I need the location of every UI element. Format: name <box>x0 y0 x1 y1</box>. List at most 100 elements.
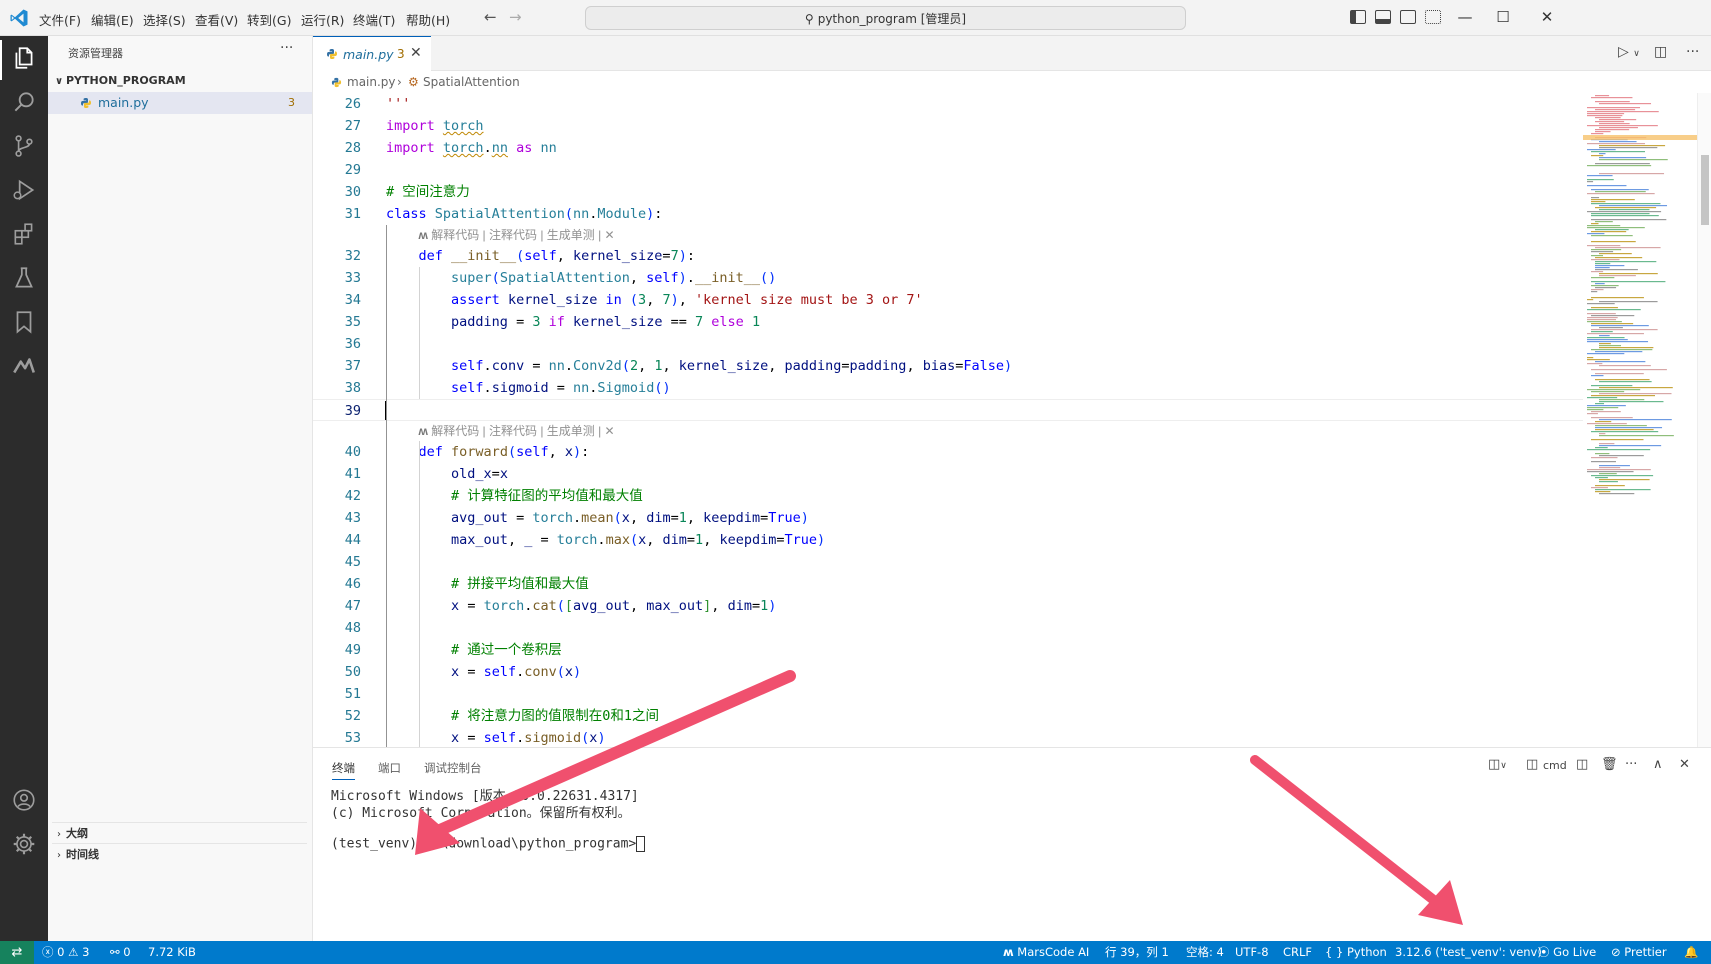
more-actions-icon[interactable]: ··· <box>280 40 293 56</box>
terminal-icon[interactable]: ◫ <box>1526 757 1538 772</box>
menu-help[interactable]: 帮助(H) <box>406 10 450 29</box>
breadcrumb-file[interactable]: main.py <box>347 71 396 93</box>
tab-ports[interactable]: 端口 <box>378 760 401 776</box>
toggle-secondary-sidebar-icon[interactable] <box>1400 10 1416 24</box>
code-line[interactable]: 34 assert kernel_size in (3, 7), 'kernel… <box>313 289 1583 311</box>
menu-view[interactable]: 查看(V) <box>195 10 238 29</box>
menu-file[interactable]: 文件(F) <box>39 10 81 29</box>
run-debug-icon[interactable] <box>10 176 38 204</box>
bookmark-icon[interactable] <box>10 308 38 336</box>
code-line[interactable]: 49 # 通过一个卷积层 <box>313 639 1583 661</box>
extensions-icon[interactable] <box>10 220 38 248</box>
code-line[interactable]: 42 # 计算特征图的平均值和最大值 <box>313 485 1583 507</box>
cursor-position[interactable]: 行 39，列 1 <box>1105 941 1169 964</box>
code-line[interactable]: 50 x = self.conv(x) <box>313 661 1583 683</box>
maximize-icon[interactable]: ☐ <box>1493 8 1513 26</box>
forward-arrow-icon[interactable]: → <box>509 8 522 26</box>
code-line[interactable]: 43 avg_out = torch.mean(x, dim=1, keepdi… <box>313 507 1583 529</box>
close-panel-icon[interactable]: ✕ <box>1679 757 1690 772</box>
tab-terminal[interactable]: 终端 <box>332 760 355 780</box>
code-line[interactable]: 45 <box>313 551 1583 573</box>
ports-indicator[interactable]: ⚯ 0 <box>110 941 131 964</box>
split-terminal-icon[interactable]: ◫ <box>1576 757 1588 772</box>
code-line[interactable]: 44 max_out, _ = torch.max(x, dim=1, keep… <box>313 529 1583 551</box>
code-line[interactable]: 31 class SpatialAttention(nn.Module): <box>313 203 1583 225</box>
code-line[interactable]: 27 import torch <box>313 115 1583 137</box>
close-tab-icon[interactable]: ✕ <box>410 45 422 61</box>
source-control-icon[interactable] <box>10 132 38 160</box>
go-live[interactable]: ⦿ Go Live <box>1538 941 1596 964</box>
vertical-scrollbar[interactable] <box>1697 93 1711 747</box>
search-view-icon[interactable] <box>10 88 38 116</box>
code-editor[interactable]: 26 ''' 27 import torch 28 import torch.nn as … <box>313 93 1583 747</box>
code-line[interactable]: 32 def __init__(self, kernel_size=7): <box>313 245 1583 267</box>
code-line[interactable]: 29 <box>313 159 1583 181</box>
code-line[interactable]: 48 <box>313 617 1583 639</box>
code-line[interactable]: 39 <box>313 399 1583 421</box>
code-line[interactable]: 46 # 拼接平均值和最大值 <box>313 573 1583 595</box>
encoding[interactable]: UTF-8 <box>1235 941 1269 964</box>
more-actions-icon[interactable]: ··· <box>1625 757 1637 772</box>
code-line[interactable]: 47 x = torch.cat([avg_out, max_out], dim… <box>313 595 1583 617</box>
command-center-search[interactable]: ⚲ python_program [管理员] <box>585 6 1186 30</box>
code-line[interactable]: 38 self.sigmoid = nn.Sigmoid() <box>313 377 1583 399</box>
testing-flask-icon[interactable] <box>10 264 38 292</box>
breadcrumb-symbol[interactable]: SpatialAttention <box>423 71 520 93</box>
explorer-icon[interactable] <box>10 44 38 72</box>
new-terminal-layout-icon[interactable]: ◫∨ <box>1488 757 1507 772</box>
notifications-bell-icon[interactable]: 🔔 <box>1684 941 1698 964</box>
code-line[interactable]: 51 <box>313 683 1583 705</box>
file-item-main-py[interactable]: main.py 3 <box>48 92 312 114</box>
minimap[interactable] <box>1583 93 1697 747</box>
timeline-section[interactable]: › 时间线 <box>52 843 307 865</box>
toggle-primary-sidebar-icon[interactable] <box>1350 10 1366 24</box>
code-line[interactable]: 41 old_x=x <box>313 463 1583 485</box>
back-arrow-icon[interactable]: ← <box>484 8 497 26</box>
problems-indicator[interactable]: ⓧ 0 ⚠ 3 <box>42 941 89 964</box>
menu-go[interactable]: 转到(G) <box>247 10 291 29</box>
menu-selection[interactable]: 选择(S) <box>143 10 186 29</box>
prettier[interactable]: ⊘ Prettier <box>1611 941 1667 964</box>
code-line[interactable]: 36 <box>313 333 1583 355</box>
end-of-line[interactable]: CRLF <box>1283 941 1312 964</box>
code-line[interactable]: 40 def forward(self, x): <box>313 441 1583 463</box>
chevron-up-icon[interactable]: ∧ <box>1653 757 1663 772</box>
scrollbar-thumb[interactable] <box>1701 155 1709 225</box>
marscode-icon[interactable] <box>10 352 38 380</box>
code-line[interactable]: 28 import torch.nn as nn <box>313 137 1583 159</box>
code-line[interactable]: 53 x = self.sigmoid(x) <box>313 727 1583 747</box>
tab-debug-console[interactable]: 调试控制台 <box>424 760 482 776</box>
close-window-icon[interactable]: ✕ <box>1537 8 1557 26</box>
run-file-icon[interactable]: ▷ ∨ <box>1618 44 1640 60</box>
folder-header[interactable]: ∨ PYTHON_PROGRAM <box>52 70 307 92</box>
code-line[interactable]: 26 ''' <box>313 93 1583 115</box>
code-line[interactable]: 52 # 将注意力图的值限制在0和1之间 <box>313 705 1583 727</box>
toggle-panel-icon[interactable] <box>1375 10 1391 24</box>
code-line[interactable]: 33 super(SpatialAttention, self).__init_… <box>313 267 1583 289</box>
terminal-prompt-line[interactable]: (test_venv) C:\download\python_program> <box>331 836 646 852</box>
tab-main-py[interactable]: main.py 3 ✕ <box>313 36 431 71</box>
python-interpreter[interactable]: 3.12.6 ('test_venv': venv) <box>1395 941 1542 964</box>
marscode-status[interactable]: ʍ MarsCode AI <box>1003 941 1089 964</box>
codelens-actions[interactable]: ʍ 解释代码 | 注释代码 | 生成单测 | ✕ <box>419 226 615 244</box>
menu-run[interactable]: 运行(R) <box>301 10 344 29</box>
remote-window-icon[interactable]: ⇄ <box>0 941 34 964</box>
menu-edit[interactable]: 编辑(E) <box>91 10 134 29</box>
code-line[interactable]: 30 # 空间注意力 <box>313 181 1583 203</box>
codelens-actions[interactable]: ʍ 解释代码 | 注释代码 | 生成单测 | ✕ <box>419 422 615 440</box>
language-mode[interactable]: { } Python <box>1325 941 1387 964</box>
more-actions-icon[interactable]: ··· <box>1686 44 1699 60</box>
customize-layout-icon[interactable] <box>1425 10 1441 24</box>
minimize-icon[interactable]: — <box>1455 8 1475 26</box>
indentation[interactable]: 空格: 4 <box>1186 941 1224 964</box>
menu-terminal[interactable]: 终端(T) <box>353 10 395 29</box>
outline-section[interactable]: › 大纲 <box>52 822 307 844</box>
split-editor-icon[interactable]: ◫ <box>1654 44 1667 60</box>
chevron-down-icon: ∨ <box>54 76 64 87</box>
account-icon[interactable] <box>10 786 38 814</box>
code-line[interactable]: 37 self.conv = nn.Conv2d(2, 1, kernel_si… <box>313 355 1583 377</box>
code-line[interactable]: 35 padding = 3 if kernel_size == 7 else … <box>313 311 1583 333</box>
trash-icon[interactable]: 🗑 <box>1601 757 1618 772</box>
shell-name[interactable]: cmd <box>1543 759 1567 772</box>
settings-gear-icon[interactable] <box>10 830 38 858</box>
